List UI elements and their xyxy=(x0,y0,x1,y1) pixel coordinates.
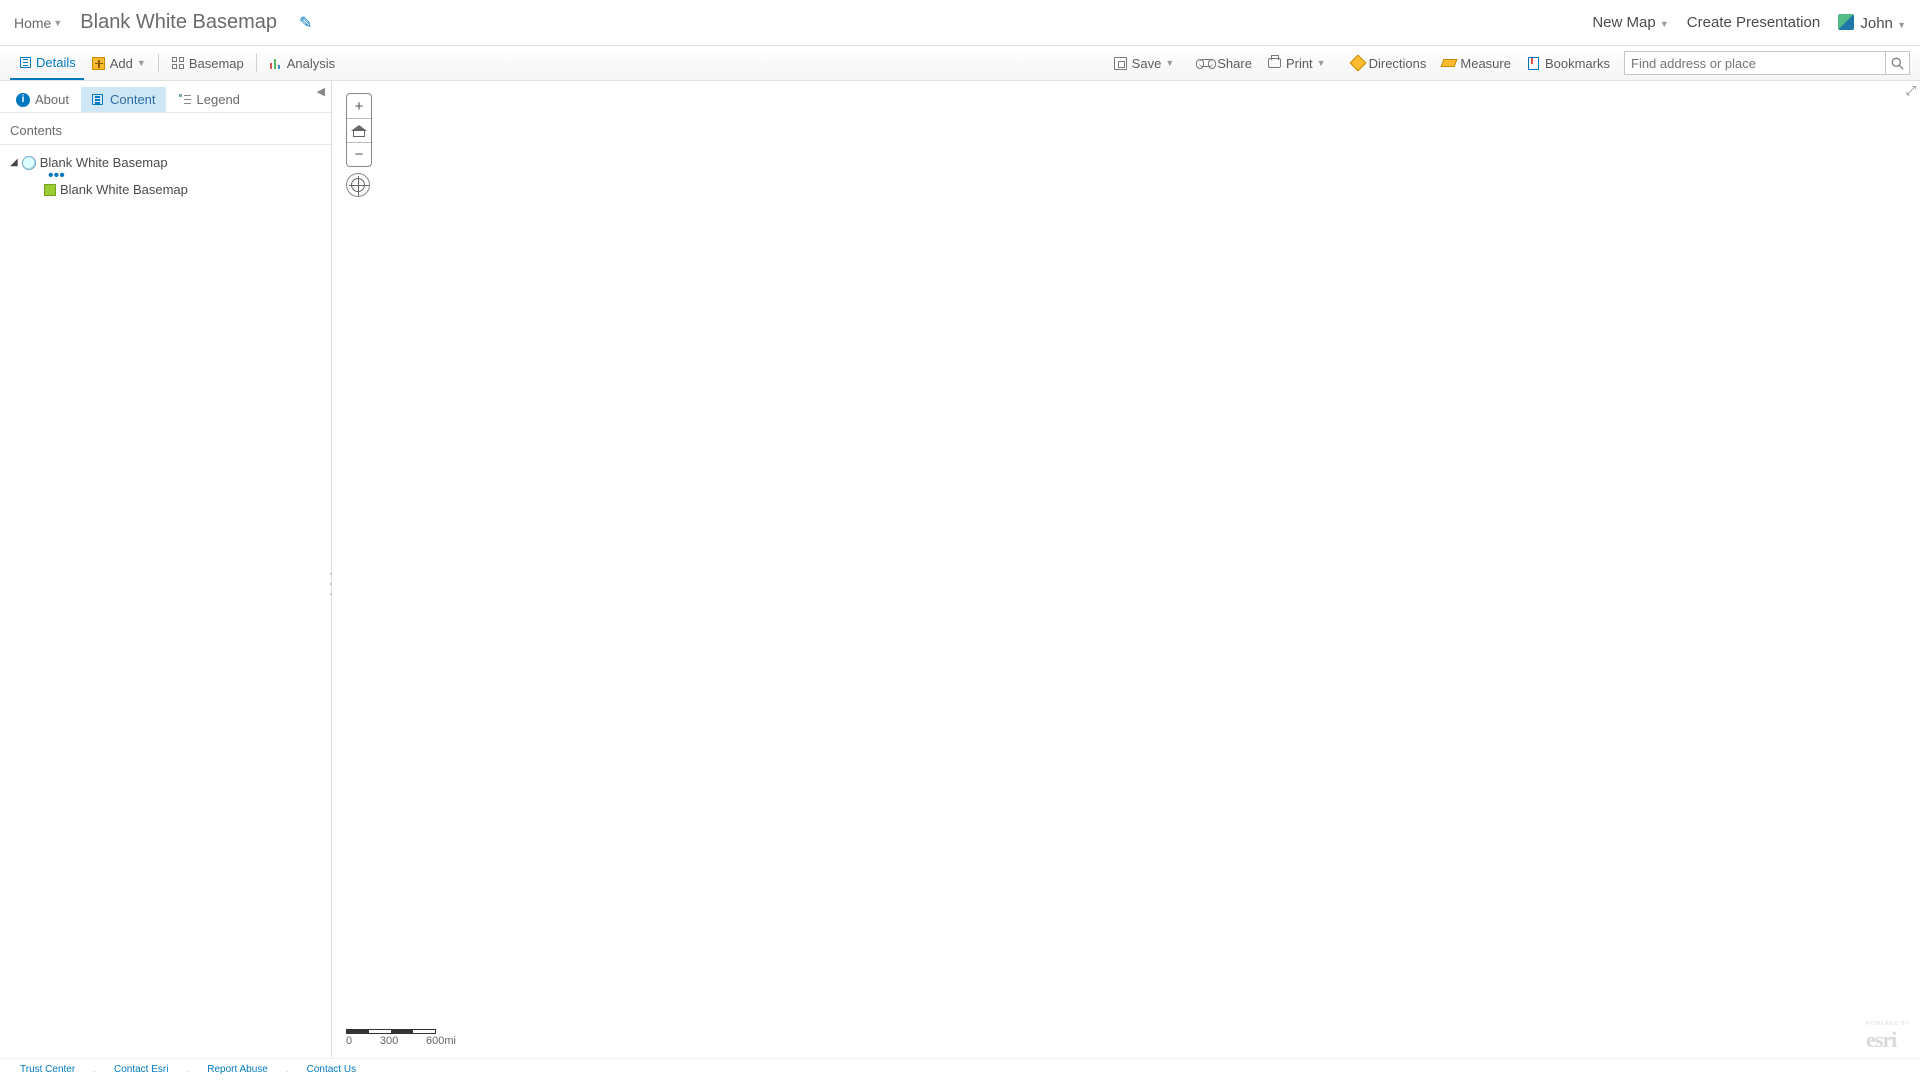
share-button[interactable]: Share xyxy=(1191,56,1260,71)
layer-label: Blank White Basemap xyxy=(60,182,188,197)
details-button[interactable]: Details xyxy=(10,46,84,80)
expand-toggle[interactable]: ◢ xyxy=(10,157,18,168)
expand-map-button[interactable]: ⤢ xyxy=(1906,83,1916,99)
chevron-down-icon: ▼ xyxy=(53,18,62,28)
tab-content[interactable]: Content xyxy=(81,87,166,112)
zoom-control: + − xyxy=(346,93,372,167)
esri-logo: POWERED BY esri xyxy=(1866,1021,1910,1053)
search-input[interactable] xyxy=(1625,52,1885,74)
save-button[interactable]: Save ▼ xyxy=(1106,56,1183,71)
scale-bar: 0 300 600mi xyxy=(346,1029,456,1047)
directions-icon xyxy=(1349,55,1366,72)
footer-contact-us-link[interactable]: Contact Us xyxy=(307,1064,356,1075)
bookmarks-button[interactable]: Bookmarks xyxy=(1519,56,1618,71)
content-icon xyxy=(92,94,103,105)
separator xyxy=(256,54,257,72)
add-icon xyxy=(92,57,105,70)
analysis-icon xyxy=(270,57,282,69)
map-canvas[interactable]: ⤢ + − 0 300 600mi POWERED BY esri xyxy=(332,81,1920,1057)
chevron-down-icon: ▼ xyxy=(1165,58,1174,68)
basemap-icon xyxy=(172,57,184,69)
home-extent-button[interactable] xyxy=(347,118,371,142)
legend-icon xyxy=(179,94,191,106)
chevron-down-icon: ▼ xyxy=(1660,19,1669,29)
new-map-button[interactable]: New Map ▼ xyxy=(1592,14,1668,31)
locate-icon xyxy=(351,178,365,192)
details-icon xyxy=(20,57,31,68)
basemap-button[interactable]: Basemap xyxy=(163,46,252,80)
footer-report-link[interactable]: Report Abuse xyxy=(207,1064,268,1075)
avatar-icon xyxy=(1838,14,1854,30)
chevron-down-icon: ▼ xyxy=(1897,20,1906,30)
home-link[interactable]: Home ▼ xyxy=(14,15,62,31)
layer-tree: ◢ Blank White Basemap ••• Blank White Ba… xyxy=(0,145,331,207)
separator xyxy=(158,54,159,72)
contents-heading: Contents xyxy=(0,113,331,145)
chevron-down-icon: ▼ xyxy=(137,58,146,68)
map-title: Blank White Basemap xyxy=(80,11,277,34)
directions-button[interactable]: Directions xyxy=(1343,56,1435,71)
share-icon xyxy=(1199,59,1213,67)
footer-contact-esri-link[interactable]: Contact Esri xyxy=(114,1064,168,1075)
add-button[interactable]: Add ▼ xyxy=(84,46,154,80)
print-button[interactable]: Print ▼ xyxy=(1260,56,1334,71)
user-menu[interactable]: John ▼ xyxy=(1838,14,1906,32)
search-button[interactable] xyxy=(1885,52,1909,74)
search-box xyxy=(1624,51,1910,75)
layer-more-button[interactable]: ••• xyxy=(10,172,321,180)
measure-button[interactable]: Measure xyxy=(1434,56,1519,71)
zoom-in-button[interactable]: + xyxy=(347,94,371,118)
chevron-down-icon: ▼ xyxy=(1317,58,1326,68)
create-presentation-button[interactable]: Create Presentation xyxy=(1687,14,1820,31)
bookmarks-icon xyxy=(1528,57,1539,70)
save-icon xyxy=(1114,57,1127,70)
zoom-out-button[interactable]: − xyxy=(347,142,371,166)
footer-trust-link[interactable]: Trust Center xyxy=(20,1064,75,1075)
locate-button[interactable] xyxy=(346,173,370,197)
home-icon xyxy=(352,125,366,137)
measure-icon xyxy=(1441,59,1458,67)
home-label: Home xyxy=(14,15,51,31)
search-icon xyxy=(1891,57,1904,70)
tab-legend[interactable]: Legend xyxy=(168,87,250,112)
tab-about[interactable]: i About xyxy=(6,87,79,112)
sidebar: ◀ i About Content Legend Contents ◢ Blan… xyxy=(0,81,332,1057)
tile-layer-icon xyxy=(44,184,56,196)
collapse-sidebar-button[interactable]: ◀ xyxy=(317,85,325,98)
info-icon: i xyxy=(16,93,30,107)
edit-title-button[interactable]: ✎ xyxy=(299,13,312,33)
basemap-globe-icon xyxy=(22,156,36,170)
footer: Trust Center. Contact Esri. Report Abuse… xyxy=(0,1058,1920,1080)
print-icon xyxy=(1268,58,1281,68)
analysis-button[interactable]: Analysis xyxy=(261,46,343,80)
